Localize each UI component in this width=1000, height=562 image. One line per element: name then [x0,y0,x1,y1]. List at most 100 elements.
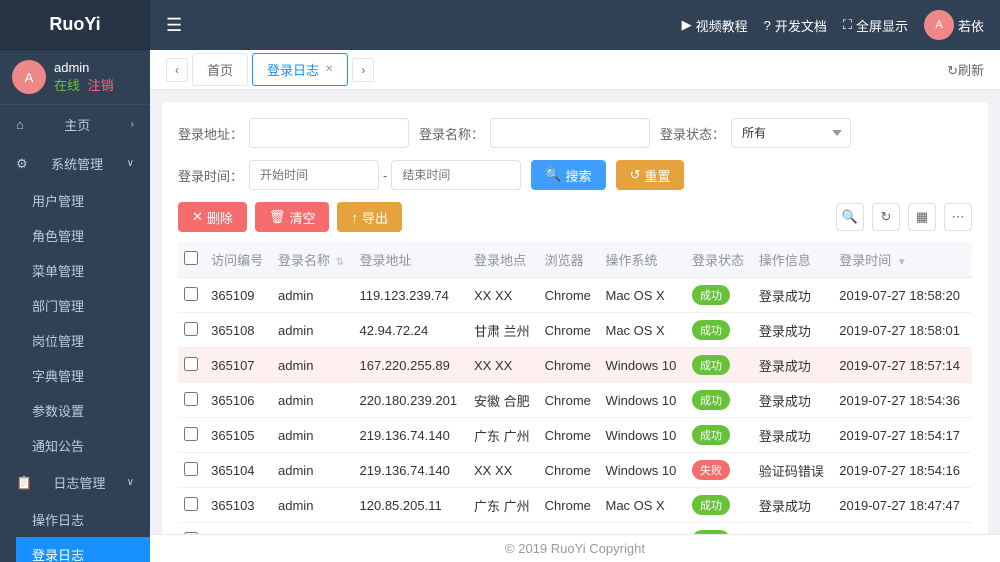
video-tutorial-btn[interactable]: ▶ 视频教程 [682,16,748,35]
cell-time: 2019-07-27 18:54:17 [833,418,972,453]
cell-id: 365106 [205,383,272,418]
tab-login-log[interactable]: 登录日志 ✕ [252,53,348,86]
refresh-tool-btn[interactable]: ↻ [872,203,900,231]
cell-id: 365105 [205,418,272,453]
delete-button[interactable]: ✕ 删除 [178,202,247,232]
sidebar-item-post-mgmt[interactable]: 岗位管理 [16,323,150,358]
clear-icon: 🗑 [269,209,286,225]
cell-id: 365104 [205,453,272,488]
sidebar-item-label: 日志管理 [53,473,105,492]
login-name-input[interactable] [490,118,650,148]
dev-docs-icon: ? [764,18,771,33]
search-tool-btn[interactable]: 🔍 [836,203,864,231]
select-all-checkbox[interactable] [184,251,198,265]
user-status: 在线 注销 [54,75,114,94]
sidebar-item-system[interactable]: ⚙ 系统管理 ∨ [0,144,150,183]
row-checkbox[interactable] [184,427,198,441]
cell-time: 2019-07-27 18:54:36 [833,383,972,418]
cell-browser: Chrome [539,383,600,418]
sidebar-item-login-log[interactable]: 登录日志 [16,537,150,562]
sidebar-item-op-log[interactable]: 操作日志 [16,502,150,537]
date-range: - [249,160,521,190]
table-row: 365103 admin 120.85.205.11 广东 广州 Chrome … [178,488,972,523]
row-checkbox[interactable] [184,462,198,476]
column-settings-btn[interactable]: ▦ [908,203,936,231]
reset-button[interactable]: ↺ 重置 [616,160,685,190]
search-button[interactable]: 🔍 搜索 [531,160,605,190]
tabs-right: ↻刷新 [947,60,984,79]
tab-prev-btn[interactable]: ‹ [166,58,188,82]
menu-toggle-icon[interactable]: ☰ [166,15,182,36]
cell-os: Windows 10 [599,523,686,535]
delete-icon: ✕ [192,209,203,225]
cell-status: 成功 [686,348,753,383]
col-browser: 浏览器 [539,242,600,278]
status-badge: 失败 [692,460,730,480]
sidebar-nav: ⌂ 主页 › ⚙ 系统管理 ∨ 用户管理 角色管理 菜单管理 部门管理 岗位管理… [0,105,150,562]
cell-name: admin [272,523,354,535]
search-form: 登录地址： 登录名称： 登录状态： 所有 成功 失败 [178,118,972,148]
sidebar-item-menu-mgmt[interactable]: 菜单管理 [16,253,150,288]
user-menu-btn[interactable]: A 若依 [924,10,984,40]
toolbar-left: ✕ 删除 🗑 清空 ↑ 导出 [178,202,402,232]
login-address-input[interactable] [249,118,409,148]
tab-next-btn[interactable]: › [352,58,374,82]
row-checkbox[interactable] [184,287,198,301]
sidebar-item-log-mgmt[interactable]: 📋 日志管理 ∨ [0,463,150,502]
sidebar-item-param-settings[interactable]: 参数设置 [16,393,150,428]
col-status: 登录状态 [686,242,753,278]
toolbar-right: 🔍 ↻ ▦ ⋯ [836,203,972,231]
cell-location: XX XX [468,453,539,488]
cell-info: 登录成功 [753,313,833,348]
clear-button[interactable]: 🗑 清空 [255,202,330,232]
row-checkbox[interactable] [184,497,198,511]
row-checkbox[interactable] [184,357,198,371]
search-form-row2: 登录时间： - 🔍 搜索 ↺ 重置 [178,160,972,190]
export-icon: ↑ [351,210,358,225]
tab-home[interactable]: 首页 [192,53,248,86]
col-name[interactable]: 登录名称 ⇅ [272,242,354,278]
fullscreen-btn[interactable]: ⛶ 全屏显示 [843,16,908,35]
sidebar-item-home[interactable]: ⌂ 主页 › [0,105,150,144]
more-btn[interactable]: ⋯ [944,203,972,231]
cell-os: Windows 10 [599,348,686,383]
row-checkbox[interactable] [184,392,198,406]
sidebar-item-user-mgmt[interactable]: 用户管理 [16,183,150,218]
cell-status: 失败 [686,453,753,488]
cell-id: 365108 [205,313,272,348]
col-address: 登录地址 [354,242,468,278]
logout-link[interactable]: 注销 [88,78,114,93]
end-time-input[interactable] [391,160,521,190]
table-row: 365108 admin 42.94.72.24 甘肃 兰州 Chrome Ma… [178,313,972,348]
sidebar-item-role-mgmt[interactable]: 角色管理 [16,218,150,253]
cell-time: 2019-07-27 18:57:14 [833,348,972,383]
export-button[interactable]: ↑ 导出 [337,202,402,232]
status-badge: 成功 [692,390,730,410]
user-info: admin 在线 注销 [54,60,114,94]
cell-time: 2019-07-27 18:54:16 [833,453,972,488]
sidebar-item-notice[interactable]: 通知公告 [16,428,150,463]
row-checkbox[interactable] [184,322,198,336]
tab-close-icon[interactable]: ✕ [325,64,333,75]
cell-info: 登录成功 [753,278,833,313]
dev-docs-btn[interactable]: ? 开发文档 [764,16,827,35]
sidebar-item-dept-mgmt[interactable]: 部门管理 [16,288,150,323]
cell-browser: Chrome [539,348,600,383]
col-time[interactable]: 登录时间 ▼ [833,242,972,278]
cell-address: 115.193.190.35 [354,523,468,535]
refresh-btn[interactable]: ↻刷新 [947,60,984,79]
cell-info: 登录成功 [753,488,833,523]
video-icon: ▶ [682,17,692,33]
topbar-avatar: A [924,10,954,40]
cell-address: 42.94.72.24 [354,313,468,348]
cell-location: 广东 广州 [468,488,539,523]
cell-address: 167.220.255.89 [354,348,468,383]
status-badge: 成功 [692,425,730,445]
search-card: 登录地址： 登录名称： 登录状态： 所有 成功 失败 [162,102,988,534]
cell-location: 安徽 合肥 [468,383,539,418]
fullscreen-icon: ⛶ [843,17,852,33]
login-name-group: 登录名称： [419,118,650,148]
start-time-input[interactable] [249,160,379,190]
sidebar-item-dict-mgmt[interactable]: 字典管理 [16,358,150,393]
login-status-select[interactable]: 所有 成功 失败 [731,118,851,148]
